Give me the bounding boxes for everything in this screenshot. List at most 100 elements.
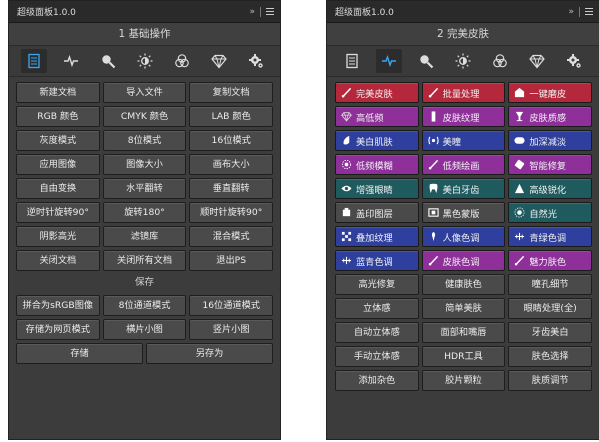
action-button[interactable]: 图像大小 [102,154,187,175]
pill-icon [514,135,525,146]
skin-action-button[interactable]: 魅力肤色 [508,250,593,271]
action-button[interactable]: 16位通道模式 [189,295,274,316]
skin-action-button[interactable]: 皮肤纹理 [421,106,506,127]
action-button[interactable]: 另存为 [146,343,273,364]
action-button[interactable]: 拼合为sRGB图像 [16,295,100,316]
button-label: 一键磨皮 [529,88,567,100]
skin-action-button[interactable]: 低频模糊 [335,154,419,175]
button-label: 人像色调 [442,232,480,244]
action-button[interactable]: RGB 颜色 [16,106,100,127]
skin-action-button[interactable]: 皮肤质感 [508,106,593,127]
action-button[interactable]: CMYK 颜色 [102,106,187,127]
skin-action-button[interactable]: 自然光 [508,202,593,223]
action-button[interactable]: 存储 [16,343,143,364]
skin-action-button[interactable]: 低频绘画 [421,154,506,175]
skin-action-button[interactable]: 一键磨皮 [508,82,593,103]
skin-action-button[interactable]: 完美皮肤 [335,82,419,103]
brush-icon [514,255,525,266]
action-button[interactable]: 面部和嘴唇 [421,322,506,343]
skin-action-button[interactable]: 盖印图层 [335,202,419,223]
action-button[interactable]: 肤色选择 [508,346,593,367]
action-button[interactable]: 混合模式 [189,226,274,247]
action-button[interactable]: 水平翻转 [102,178,187,199]
document-icon[interactable] [20,49,47,73]
diamond-icon[interactable] [206,49,232,73]
action-button[interactable]: 导入文件 [102,82,187,103]
gear-icon[interactable] [561,49,587,73]
skin-action-button[interactable]: 高低频 [335,106,419,127]
action-button[interactable]: 旋转180° [102,202,187,223]
skin-action-button[interactable]: 蓝青色调 [335,250,419,271]
panel-menu-icon[interactable] [266,8,274,15]
action-button[interactable]: 胶片颗粒 [421,370,506,391]
skin-action-button[interactable]: 人像色调 [421,226,506,247]
action-button[interactable]: 牙齿美白 [508,322,593,343]
rgb-circles-icon[interactable] [169,49,195,73]
action-button[interactable]: 横片小图 [102,319,187,340]
brightness-icon[interactable] [450,49,476,73]
action-button[interactable]: LAB 颜色 [189,106,274,127]
action-button[interactable]: 立体感 [335,298,419,319]
collapse-icon[interactable]: » [249,7,255,17]
skin-action-button[interactable]: 黑色蒙版 [421,202,506,223]
action-button[interactable]: 自动立体感 [335,322,419,343]
brightness-icon[interactable] [132,49,158,73]
action-button[interactable]: HDR工具 [421,346,506,367]
skin-action-button[interactable]: 美白牙齿 [421,178,506,199]
skin-action-button[interactable]: 增强眼睛 [335,178,419,199]
eye-icon [341,183,352,194]
panel-menu-icon[interactable] [585,8,593,15]
action-button[interactable]: 竖片小图 [189,319,274,340]
action-button[interactable]: 添加杂色 [335,370,419,391]
action-button[interactable]: 新建文档 [16,82,100,103]
heal-icon[interactable] [58,49,84,73]
magnifier-icon[interactable] [413,49,439,73]
action-button[interactable]: 退出PS [189,250,274,271]
action-button[interactable]: 顺时针旋转90° [189,202,274,223]
action-button[interactable]: 复制文档 [189,82,274,103]
action-button[interactable]: 肤质调节 [508,370,593,391]
action-button[interactable]: 阴影高光 [16,226,100,247]
diamond-icon[interactable] [524,49,550,73]
skin-action-button[interactable]: 美白肌肤 [335,130,419,151]
action-button[interactable]: 逆时针旋转90° [16,202,100,223]
button-row: 手动立体感 HDR工具 肤色选择 [335,346,593,367]
action-button[interactable]: 健康肤色 [421,274,506,295]
action-button[interactable]: 眼睛处理(全) [508,298,593,319]
action-button[interactable]: 灰度模式 [16,130,100,151]
action-button[interactable]: 关闭所有文档 [102,250,187,271]
action-button[interactable]: 滤镜库 [102,226,187,247]
action-button[interactable]: 瞳孔细节 [508,274,593,295]
action-button[interactable]: 画布大小 [189,154,274,175]
action-button[interactable]: 8位模式 [102,130,187,151]
action-button[interactable]: 自由变换 [16,178,100,199]
action-button[interactable]: 垂直翻转 [189,178,274,199]
skin-action-button[interactable]: 高级锐化 [508,178,593,199]
button-label: 魅力肤色 [529,256,567,268]
skin-action-button[interactable]: 叠加纹理 [335,226,419,247]
goblet-icon [514,111,525,122]
skin-action-button[interactable]: 美瞳 [421,130,506,151]
action-button[interactable]: 8位通道模式 [102,295,187,316]
action-button[interactable]: 应用图像 [16,154,100,175]
skin-action-button[interactable]: 加深减淡 [508,130,593,151]
button-row: 灰度模式 8位模式 16位模式 [16,130,274,151]
collapse-icon[interactable]: » [568,7,574,17]
button-row: 叠加纹理 人像色调 青绿色调 [335,226,593,247]
heal-icon[interactable] [375,49,402,73]
document-icon[interactable] [339,49,365,73]
action-button[interactable]: 简单美肤 [421,298,506,319]
action-button[interactable]: 关闭文档 [16,250,100,271]
skin-action-button[interactable]: 智能修复 [508,154,593,175]
button-row: 完美皮肤 批量处理 一键磨皮 [335,82,593,103]
gear-icon[interactable] [243,49,269,73]
action-button[interactable]: 高光修复 [335,274,419,295]
rgb-circles-icon[interactable] [487,49,513,73]
skin-action-button[interactable]: 青绿色调 [508,226,593,247]
action-button[interactable]: 16位模式 [189,130,274,151]
action-button[interactable]: 手动立体感 [335,346,419,367]
skin-action-button[interactable]: 批量处理 [421,82,506,103]
magnifier-icon[interactable] [95,49,121,73]
skin-action-button[interactable]: 皮肤色调 [421,250,506,271]
action-button[interactable]: 存储为网页模式 [16,319,100,340]
